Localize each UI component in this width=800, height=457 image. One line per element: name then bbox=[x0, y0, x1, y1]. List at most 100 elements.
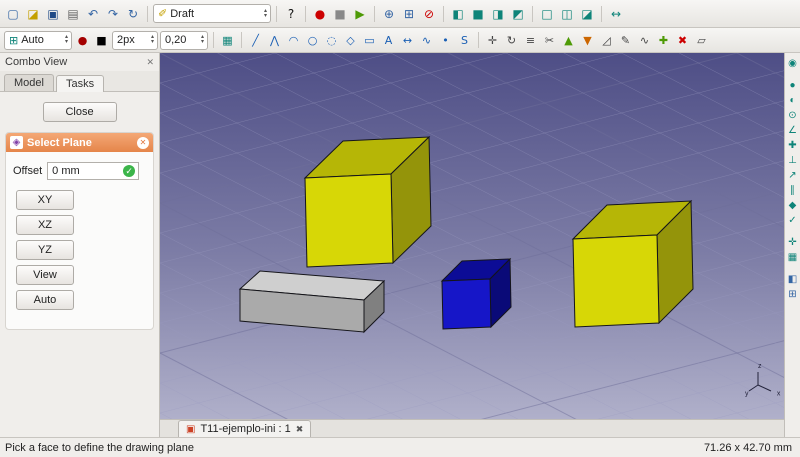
line-width-value: 2px bbox=[117, 34, 135, 46]
workbench-selector[interactable]: ✐ Draft bbox=[153, 4, 271, 23]
snap-intersection-icon[interactable]: ✚ bbox=[786, 139, 800, 153]
panel-title-row: Combo View bbox=[0, 53, 159, 71]
new-file-icon[interactable]: ▢ bbox=[4, 5, 22, 23]
draft-arc-icon[interactable]: ◠ bbox=[285, 32, 302, 49]
refresh-icon[interactable]: ↻ bbox=[124, 5, 142, 23]
view-rear-icon[interactable]: □ bbox=[538, 5, 556, 23]
collapse-task-icon[interactable] bbox=[137, 136, 149, 149]
view-left-icon[interactable]: ◪ bbox=[578, 5, 596, 23]
plane-yz-button[interactable]: YZ bbox=[16, 240, 74, 260]
draft-ellipse-icon[interactable]: ◌ bbox=[323, 32, 340, 49]
draft-circle-icon[interactable]: ○ bbox=[304, 32, 321, 49]
draft-line-icon[interactable]: ╱ bbox=[247, 32, 264, 49]
snap-center-icon[interactable]: ⊙ bbox=[786, 109, 800, 123]
draft-polyline-icon[interactable]: ⋀ bbox=[266, 32, 283, 49]
open-file-icon[interactable]: ◪ bbox=[24, 5, 42, 23]
macro-stop-icon[interactable]: ■ bbox=[331, 5, 349, 23]
select-plane-header[interactable]: ◈ Select Plane bbox=[6, 133, 153, 152]
3d-scene[interactable]: x y z bbox=[160, 53, 784, 419]
draft-text-icon[interactable]: A bbox=[380, 32, 397, 49]
draft-downgrade-icon[interactable]: ▼ bbox=[579, 32, 596, 49]
offset-field[interactable]: 0 mm bbox=[47, 162, 140, 180]
close-panel-icon[interactable] bbox=[146, 57, 154, 68]
macro-play-icon[interactable]: ▶ bbox=[351, 5, 369, 23]
plane-auto-button[interactable]: Auto bbox=[16, 290, 74, 310]
draft-trimex-icon[interactable]: ✂ bbox=[541, 32, 558, 49]
svg-text:y: y bbox=[745, 391, 749, 398]
print-icon[interactable]: ▤ bbox=[64, 5, 82, 23]
draft-upgrade-icon[interactable]: ▲ bbox=[560, 32, 577, 49]
draft-rectangle-icon[interactable]: ▭ bbox=[361, 32, 378, 49]
status-bar: Pick a face to define the drawing plane … bbox=[0, 437, 800, 457]
draft-dimension-icon[interactable]: ↔ bbox=[399, 32, 416, 49]
gray-box[interactable] bbox=[238, 270, 386, 334]
yellow-cube-left[interactable] bbox=[303, 135, 432, 268]
view-right-icon[interactable]: ◩ bbox=[509, 5, 527, 23]
tab-tasks[interactable]: Tasks bbox=[55, 75, 105, 92]
undo-icon[interactable]: ↶ bbox=[84, 5, 102, 23]
toolbar-separator bbox=[601, 5, 602, 22]
snap-working-plane-icon[interactable]: ◧ bbox=[786, 273, 800, 287]
draft-wire-to-bspline-icon[interactable]: ∿ bbox=[636, 32, 653, 49]
snap-dimensions-icon[interactable]: ⊞ bbox=[786, 288, 800, 302]
snap-lock-icon[interactable]: ◉ bbox=[786, 57, 800, 71]
draft-offset-icon[interactable]: ≡ bbox=[522, 32, 539, 49]
snap-ortho-icon[interactable]: ✛ bbox=[786, 236, 800, 250]
snap-special-icon[interactable]: ◆ bbox=[786, 199, 800, 213]
view-top-icon[interactable]: ◨ bbox=[489, 5, 507, 23]
view-isometric-icon[interactable]: ◧ bbox=[449, 5, 467, 23]
blue-cube[interactable] bbox=[440, 257, 512, 330]
measure-distance-icon[interactable]: ↔ bbox=[607, 5, 625, 23]
offset-row: Offset 0 mm bbox=[13, 162, 146, 180]
draft-polygon-icon[interactable]: ◇ bbox=[342, 32, 359, 49]
draft-scale-icon[interactable]: ◿ bbox=[598, 32, 615, 49]
snap-extension-icon[interactable]: ↗ bbox=[786, 169, 800, 183]
whatsthis-icon[interactable]: ? bbox=[282, 5, 300, 23]
tab-model[interactable]: Model bbox=[4, 74, 54, 91]
line-width-selector[interactable]: 2px bbox=[112, 30, 158, 50]
draft-del-point-icon[interactable]: ✖ bbox=[674, 32, 691, 49]
view-bottom-icon[interactable]: ◫ bbox=[558, 5, 576, 23]
plane-view-button[interactable]: View bbox=[16, 265, 74, 285]
save-icon[interactable]: ▣ bbox=[44, 5, 62, 23]
valid-check-icon bbox=[123, 165, 136, 177]
document-tab[interactable]: ▣ T11-ejemplo-ini : 1 bbox=[178, 420, 312, 437]
file-icon-group: ▢ ◪ ▣ ▤ ↶ ↷ ↻ bbox=[4, 5, 142, 23]
draft-shape2dview-icon[interactable]: ▱ bbox=[693, 32, 710, 49]
close-tab-icon[interactable] bbox=[296, 424, 304, 435]
close-task-button[interactable]: Close bbox=[42, 102, 117, 122]
plane-xz-button[interactable]: XZ bbox=[16, 215, 74, 235]
snap-toolbar: ◉ ● ◐ ⊙ ∠ ✚ ⊥ ↗ ∥ ◆ ✓ ✛ ▦ ◧ ⊞ bbox=[784, 53, 800, 437]
snap-angle-icon[interactable]: ∠ bbox=[786, 124, 800, 138]
draw-style-icon[interactable]: ⊘ bbox=[420, 5, 438, 23]
tasks-panel-body: Close ◈ Select Plane Offset 0 mm bbox=[0, 92, 159, 437]
text-scale-spinbox[interactable]: 0,20 bbox=[160, 30, 208, 50]
toolbar-separator bbox=[478, 32, 479, 48]
draft-move-icon[interactable]: ✛ bbox=[484, 32, 501, 49]
zoom-selection-icon[interactable]: ⊞ bbox=[400, 5, 418, 23]
snap-midpoint-icon[interactable]: ◐ bbox=[786, 94, 800, 108]
draft-edit-icon[interactable]: ✎ bbox=[617, 32, 634, 49]
working-plane-selector[interactable]: ⊞ Auto bbox=[4, 30, 72, 50]
draft-shapestring-icon[interactable]: S bbox=[456, 32, 473, 49]
draft-bspline-icon[interactable]: ∿ bbox=[418, 32, 435, 49]
snap-parallel-icon[interactable]: ∥ bbox=[786, 184, 800, 198]
view-front-icon[interactable]: ■ bbox=[469, 5, 487, 23]
3d-viewport[interactable]: x y z bbox=[160, 53, 784, 419]
snap-near-icon[interactable]: ✓ bbox=[786, 214, 800, 228]
macro-record-icon[interactable]: ● bbox=[311, 5, 329, 23]
plane-xy-button[interactable]: XY bbox=[16, 190, 74, 210]
line-color-swatch[interactable]: ■ bbox=[93, 32, 110, 49]
draft-add-point-icon[interactable]: ✚ bbox=[655, 32, 672, 49]
draft-rotate-icon[interactable]: ↻ bbox=[503, 32, 520, 49]
zoom-fit-all-icon[interactable]: ⊕ bbox=[380, 5, 398, 23]
snap-perpendicular-icon[interactable]: ⊥ bbox=[786, 154, 800, 168]
snap-grid-icon[interactable]: ▦ bbox=[786, 251, 800, 265]
grid-toggle-icon[interactable]: ▦ bbox=[219, 32, 236, 49]
draft-point-icon[interactable]: • bbox=[437, 32, 454, 49]
face-color-swatch[interactable]: ● bbox=[74, 32, 91, 49]
snap-endpoint-icon[interactable]: ● bbox=[786, 79, 800, 93]
yellow-cube-right[interactable] bbox=[571, 199, 694, 328]
combo-arrows-icon bbox=[264, 9, 267, 19]
redo-icon[interactable]: ↷ bbox=[104, 5, 122, 23]
